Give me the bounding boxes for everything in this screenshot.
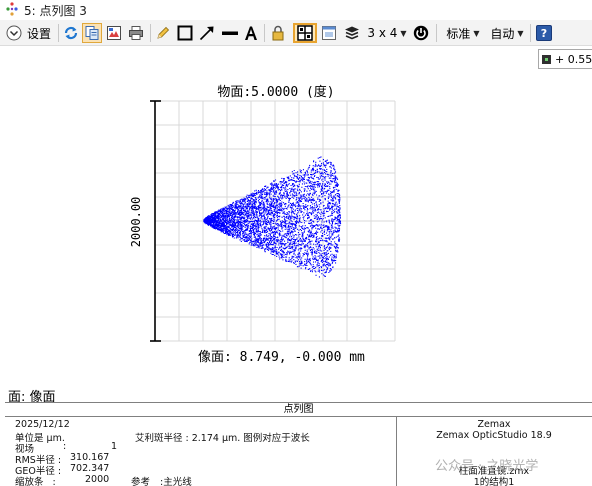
- print-button[interactable]: [126, 23, 146, 43]
- text-tool-button[interactable]: [242, 23, 260, 43]
- spot-diagram-plot: [150, 100, 396, 342]
- pencil-icon: [157, 26, 170, 39]
- layers-icon: [345, 26, 359, 40]
- image-coordinate-label: 像面: 8.749, -0.000 mm: [198, 350, 365, 365]
- text-icon: [245, 26, 257, 40]
- info-airy-text: 艾利斑半径 : 2.174 µm. 图例对应于波长: [135, 433, 310, 444]
- layers-button[interactable]: [342, 23, 362, 43]
- toolbar-separator: [530, 24, 531, 42]
- lock-button[interactable]: [268, 23, 288, 43]
- info-product: Zemax OpticStudio 18.9: [436, 430, 552, 441]
- info-date: 2025/12/12: [15, 419, 70, 430]
- title-bar: 5: 点列图 3: [0, 0, 592, 20]
- window-layout-button[interactable]: [319, 23, 339, 43]
- power-button[interactable]: [411, 23, 431, 43]
- toolbar-separator: [264, 24, 265, 42]
- settings-button[interactable]: 设置: [6, 23, 58, 43]
- info-field-value: 1: [111, 441, 118, 452]
- spot-points: [203, 156, 342, 278]
- grid-toggle-button[interactable]: [293, 23, 317, 43]
- watermark: 公众号 · 之晓光学: [435, 459, 539, 474]
- info-field-sep: :: [63, 441, 67, 452]
- info-panel-header: 点列图: [5, 403, 592, 417]
- info-scale-label: 缩放条 :: [15, 477, 56, 486]
- toolbar-separator: [58, 24, 59, 42]
- refresh-button[interactable]: [62, 23, 80, 43]
- info-panel: 点列图 2025/12/12 单位是 µm. 视场 : 1 RMS半径 : 31…: [5, 402, 592, 486]
- info-brand: Zemax: [477, 419, 511, 430]
- arrow-tool-button[interactable]: [197, 23, 217, 43]
- auto-dropdown[interactable]: 自动 ▼: [487, 23, 527, 43]
- spot-diagram-app-icon: [6, 2, 18, 16]
- info-ref-value: :主光线: [160, 477, 192, 486]
- info-rms-value: 310.167: [70, 452, 110, 463]
- toolbar-separator: [436, 24, 437, 42]
- auto-label: 自动: [490, 26, 515, 41]
- help-icon-glyph: ?: [540, 26, 548, 40]
- standard-dropdown[interactable]: 标准 ▼: [443, 23, 483, 43]
- copy-icon: [85, 26, 99, 40]
- info-scale-value: 2000: [85, 474, 110, 485]
- printer-icon: [129, 26, 143, 40]
- toolbar-separator: [150, 24, 151, 42]
- rectangle-tool-button[interactable]: [175, 23, 195, 43]
- power-icon: [413, 25, 429, 41]
- help-icon: ?: [536, 25, 552, 41]
- layout-label: 3 x 4: [367, 26, 398, 40]
- copy-button[interactable]: [82, 23, 102, 43]
- scale-bar-label: 2000.00: [129, 196, 143, 248]
- rectangle-icon: [177, 25, 193, 41]
- line-icon: [222, 31, 238, 35]
- arrow-icon: [199, 26, 214, 41]
- caret-down-icon: ▼: [400, 28, 407, 38]
- window-title: 5: 点列图 3: [24, 4, 87, 18]
- layout-dropdown[interactable]: 3 x 4 ▼: [366, 23, 408, 43]
- caret-down-icon: ▼: [517, 28, 524, 38]
- badge-value: + 0.55: [555, 52, 592, 66]
- pencil-tool-button[interactable]: [154, 23, 172, 43]
- grid-icon: [297, 25, 313, 41]
- chevron-down-circle-icon: [6, 25, 22, 41]
- window-icon: [322, 26, 336, 40]
- line-tool-button[interactable]: [220, 23, 240, 43]
- badge-icon: [542, 54, 551, 64]
- refresh-icon: [64, 26, 78, 40]
- spot-cloud: [203, 156, 342, 278]
- value-badge[interactable]: + 0.55: [538, 49, 592, 69]
- caret-down-icon: ▼: [473, 28, 480, 38]
- lock-icon: [272, 25, 284, 41]
- toolbar: 设置 3 x 4 ▼ 标准 ▼ 自动 ▼ ?: [0, 20, 592, 46]
- info-config: 1的结构1: [473, 477, 515, 486]
- help-button[interactable]: ?: [534, 23, 554, 43]
- standard-label: 标准: [446, 26, 471, 41]
- info-ref-label: 参考: [131, 477, 151, 486]
- info-geo-value: 702.347: [70, 463, 110, 474]
- settings-label: 设置: [27, 26, 52, 41]
- image-export-icon: [107, 26, 121, 40]
- export-image-button[interactable]: [105, 23, 123, 43]
